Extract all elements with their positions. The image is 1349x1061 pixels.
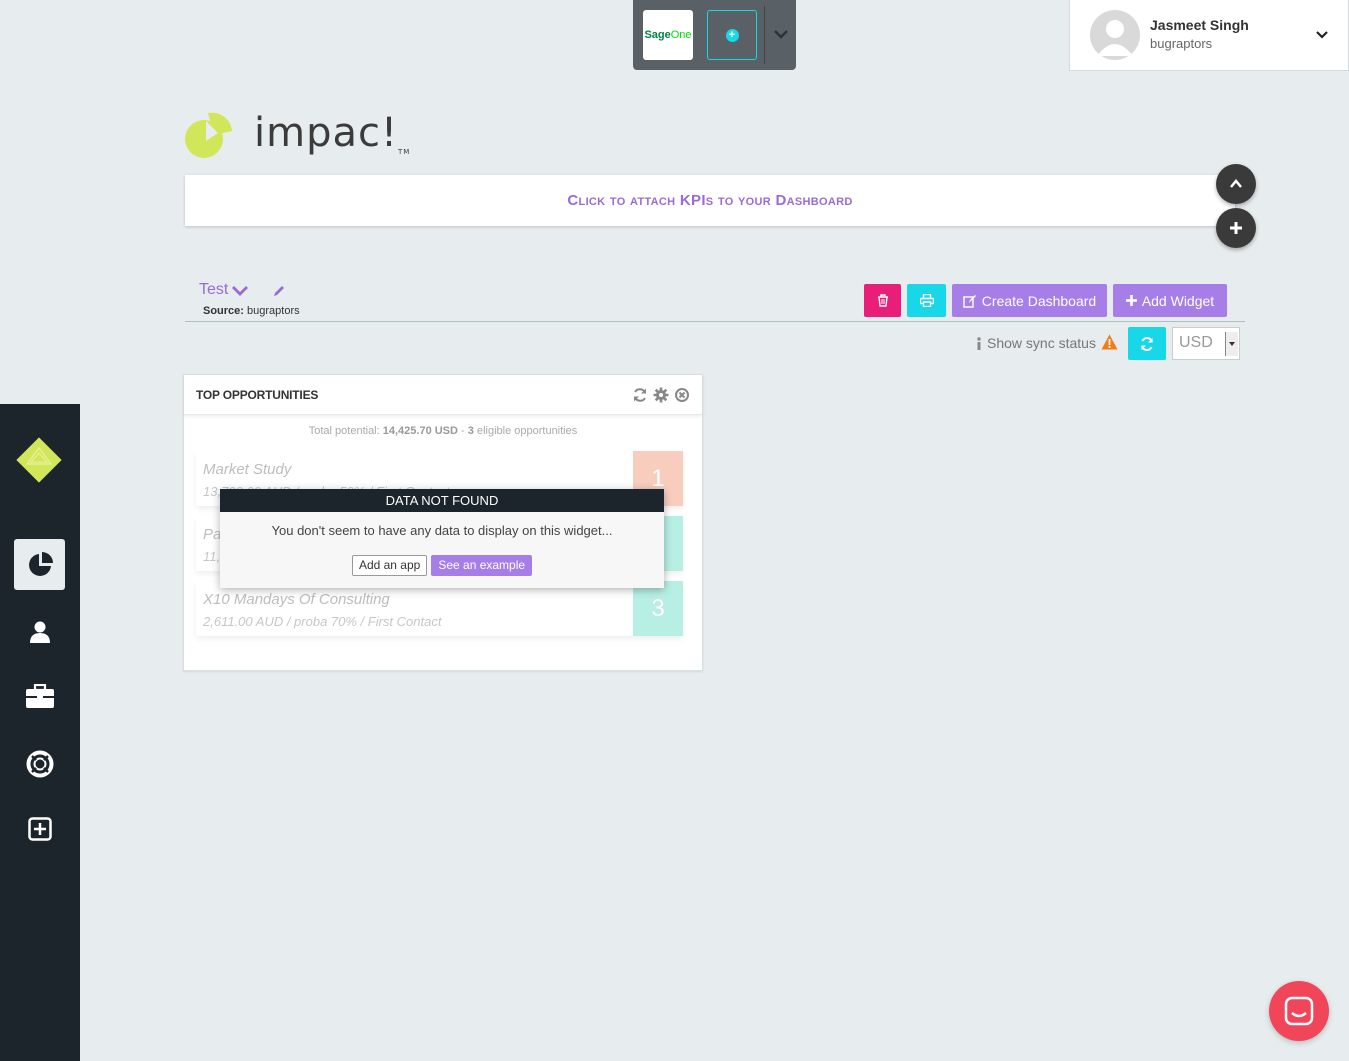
sidebar-item-dashboard[interactable] xyxy=(14,539,65,590)
add-widget-button[interactable]: Add Widget xyxy=(1113,284,1227,317)
pencil-icon[interactable] xyxy=(272,284,286,298)
currency-select[interactable]: USD xyxy=(1172,327,1240,360)
user-icon xyxy=(29,621,50,643)
plus-icon xyxy=(1125,295,1137,306)
chevron-down-icon xyxy=(232,286,249,296)
plus-square-icon xyxy=(27,816,52,841)
attach-kpis-text: Click to attach KPIs to your Dashboard xyxy=(567,192,853,209)
dropdown-arrow-icon xyxy=(1225,332,1238,356)
list-item: X10 Mandays Of Consulting 2,611.00 AUD /… xyxy=(196,581,683,636)
create-dashboard-label: Create Dashboard xyxy=(981,292,1097,309)
opportunity-name: Pa xyxy=(203,526,222,543)
user-panel[interactable]: Jasmeet Singh bugraptors xyxy=(1069,0,1349,71)
gear-icon[interactable] xyxy=(653,387,669,403)
sage-one-app-tile[interactable]: Sage One xyxy=(643,10,693,60)
opportunity-detail: 11, xyxy=(203,549,221,564)
chevron-up-icon xyxy=(1230,179,1242,188)
dialog-message: You don't seem to have any data to displ… xyxy=(271,523,613,538)
widget-tools xyxy=(632,387,690,403)
trash-icon xyxy=(877,294,888,307)
sync-status-label: Show sync status xyxy=(987,335,1096,351)
summary-separator: - xyxy=(461,425,465,437)
sage-one-name-part2: One xyxy=(670,29,692,41)
avatar xyxy=(1090,10,1140,60)
chevron-down-icon[interactable] xyxy=(771,24,791,44)
summary-suffix: eligible opportunities xyxy=(476,425,578,437)
user-organization: bugraptors xyxy=(1150,36,1213,51)
chevron-down-icon[interactable] xyxy=(1314,27,1330,43)
delete-dashboard-button[interactable] xyxy=(864,284,901,317)
chat-launcher-button[interactable] xyxy=(1269,981,1329,1041)
sidebar-item-support[interactable] xyxy=(14,738,65,789)
impac-logo-text: impac!TM xyxy=(254,110,410,156)
pie-chart-icon xyxy=(28,551,53,576)
refresh-icon xyxy=(1141,336,1153,351)
logo-wordmark: impac! xyxy=(254,110,399,156)
sidebar xyxy=(0,404,80,1061)
info-icon xyxy=(977,336,981,350)
lifebuoy-icon xyxy=(26,750,53,777)
sage-one-name-part1: Sage xyxy=(644,29,671,41)
dialog-title: DATA NOT FOUND xyxy=(220,489,664,512)
close-circle-icon[interactable] xyxy=(674,387,690,403)
widget-header: TOP OPPORTUNITIES xyxy=(184,375,702,415)
opportunity-rank: 3 xyxy=(633,581,683,636)
app-switcher: Sage One + xyxy=(633,0,796,70)
add-app-button[interactable]: Add an app xyxy=(351,555,428,576)
chat-icon xyxy=(1284,996,1314,1026)
warning-icon xyxy=(1101,334,1118,350)
show-sync-status-link[interactable]: Show sync status xyxy=(976,335,1096,351)
logo-trademark: TM xyxy=(398,148,411,156)
edit-icon xyxy=(963,294,976,308)
plus-icon xyxy=(1230,222,1242,234)
summary-prefix: Total potential: xyxy=(308,425,380,437)
add-kpi-button[interactable] xyxy=(1216,208,1256,248)
opportunity-detail: 2,611.00 AUD / proba 70% / First Contact xyxy=(203,614,442,629)
opportunity-name: X10 Mandays Of Consulting xyxy=(203,591,390,608)
attach-kpis-bar[interactable]: Click to attach KPIs to your Dashboard xyxy=(185,175,1235,226)
impac-logo-icon xyxy=(185,112,232,158)
sidebar-item-add[interactable] xyxy=(14,803,65,854)
dashboard-source: Source: bugraptors xyxy=(203,305,300,317)
plus-circle-icon: + xyxy=(725,28,739,42)
widget-summary: Total potential: 14,425.70 USD - 3 eligi… xyxy=(184,425,702,437)
switcher-divider xyxy=(764,6,765,64)
print-button[interactable] xyxy=(907,284,946,317)
source-label: Source: xyxy=(203,305,244,317)
dashboard-selector[interactable]: Test xyxy=(199,281,249,299)
summary-amount: 14,425.70 USD xyxy=(382,425,458,437)
widget-title: TOP OPPORTUNITIES xyxy=(196,387,319,402)
sync-button[interactable] xyxy=(1128,327,1166,360)
sidebar-item-briefcase[interactable] xyxy=(14,670,65,721)
add-app-tile[interactable]: + xyxy=(707,10,757,60)
opportunity-name: Market Study xyxy=(203,461,292,478)
add-widget-label: Add Widget xyxy=(1141,292,1215,309)
print-icon xyxy=(919,294,934,307)
see-example-button[interactable]: See an example xyxy=(431,555,533,576)
user-name: Jasmeet Singh xyxy=(1150,17,1249,33)
collapse-button[interactable] xyxy=(1216,164,1256,204)
dashboard-name: Test xyxy=(199,281,229,298)
summary-count: 3 xyxy=(467,425,474,437)
refresh-icon[interactable] xyxy=(632,387,648,403)
divider xyxy=(185,321,1245,322)
source-value: bugraptors xyxy=(247,305,300,317)
data-not-found-dialog: DATA NOT FOUND You don't seem to have an… xyxy=(220,489,664,588)
create-dashboard-button[interactable]: Create Dashboard xyxy=(952,284,1107,317)
dialog-buttons: Add an app See an example xyxy=(220,555,664,576)
briefcase-icon xyxy=(25,683,54,708)
brand-logo-icon[interactable] xyxy=(14,435,64,485)
currency-value: USD xyxy=(1179,334,1213,351)
sidebar-item-user[interactable] xyxy=(14,606,65,657)
